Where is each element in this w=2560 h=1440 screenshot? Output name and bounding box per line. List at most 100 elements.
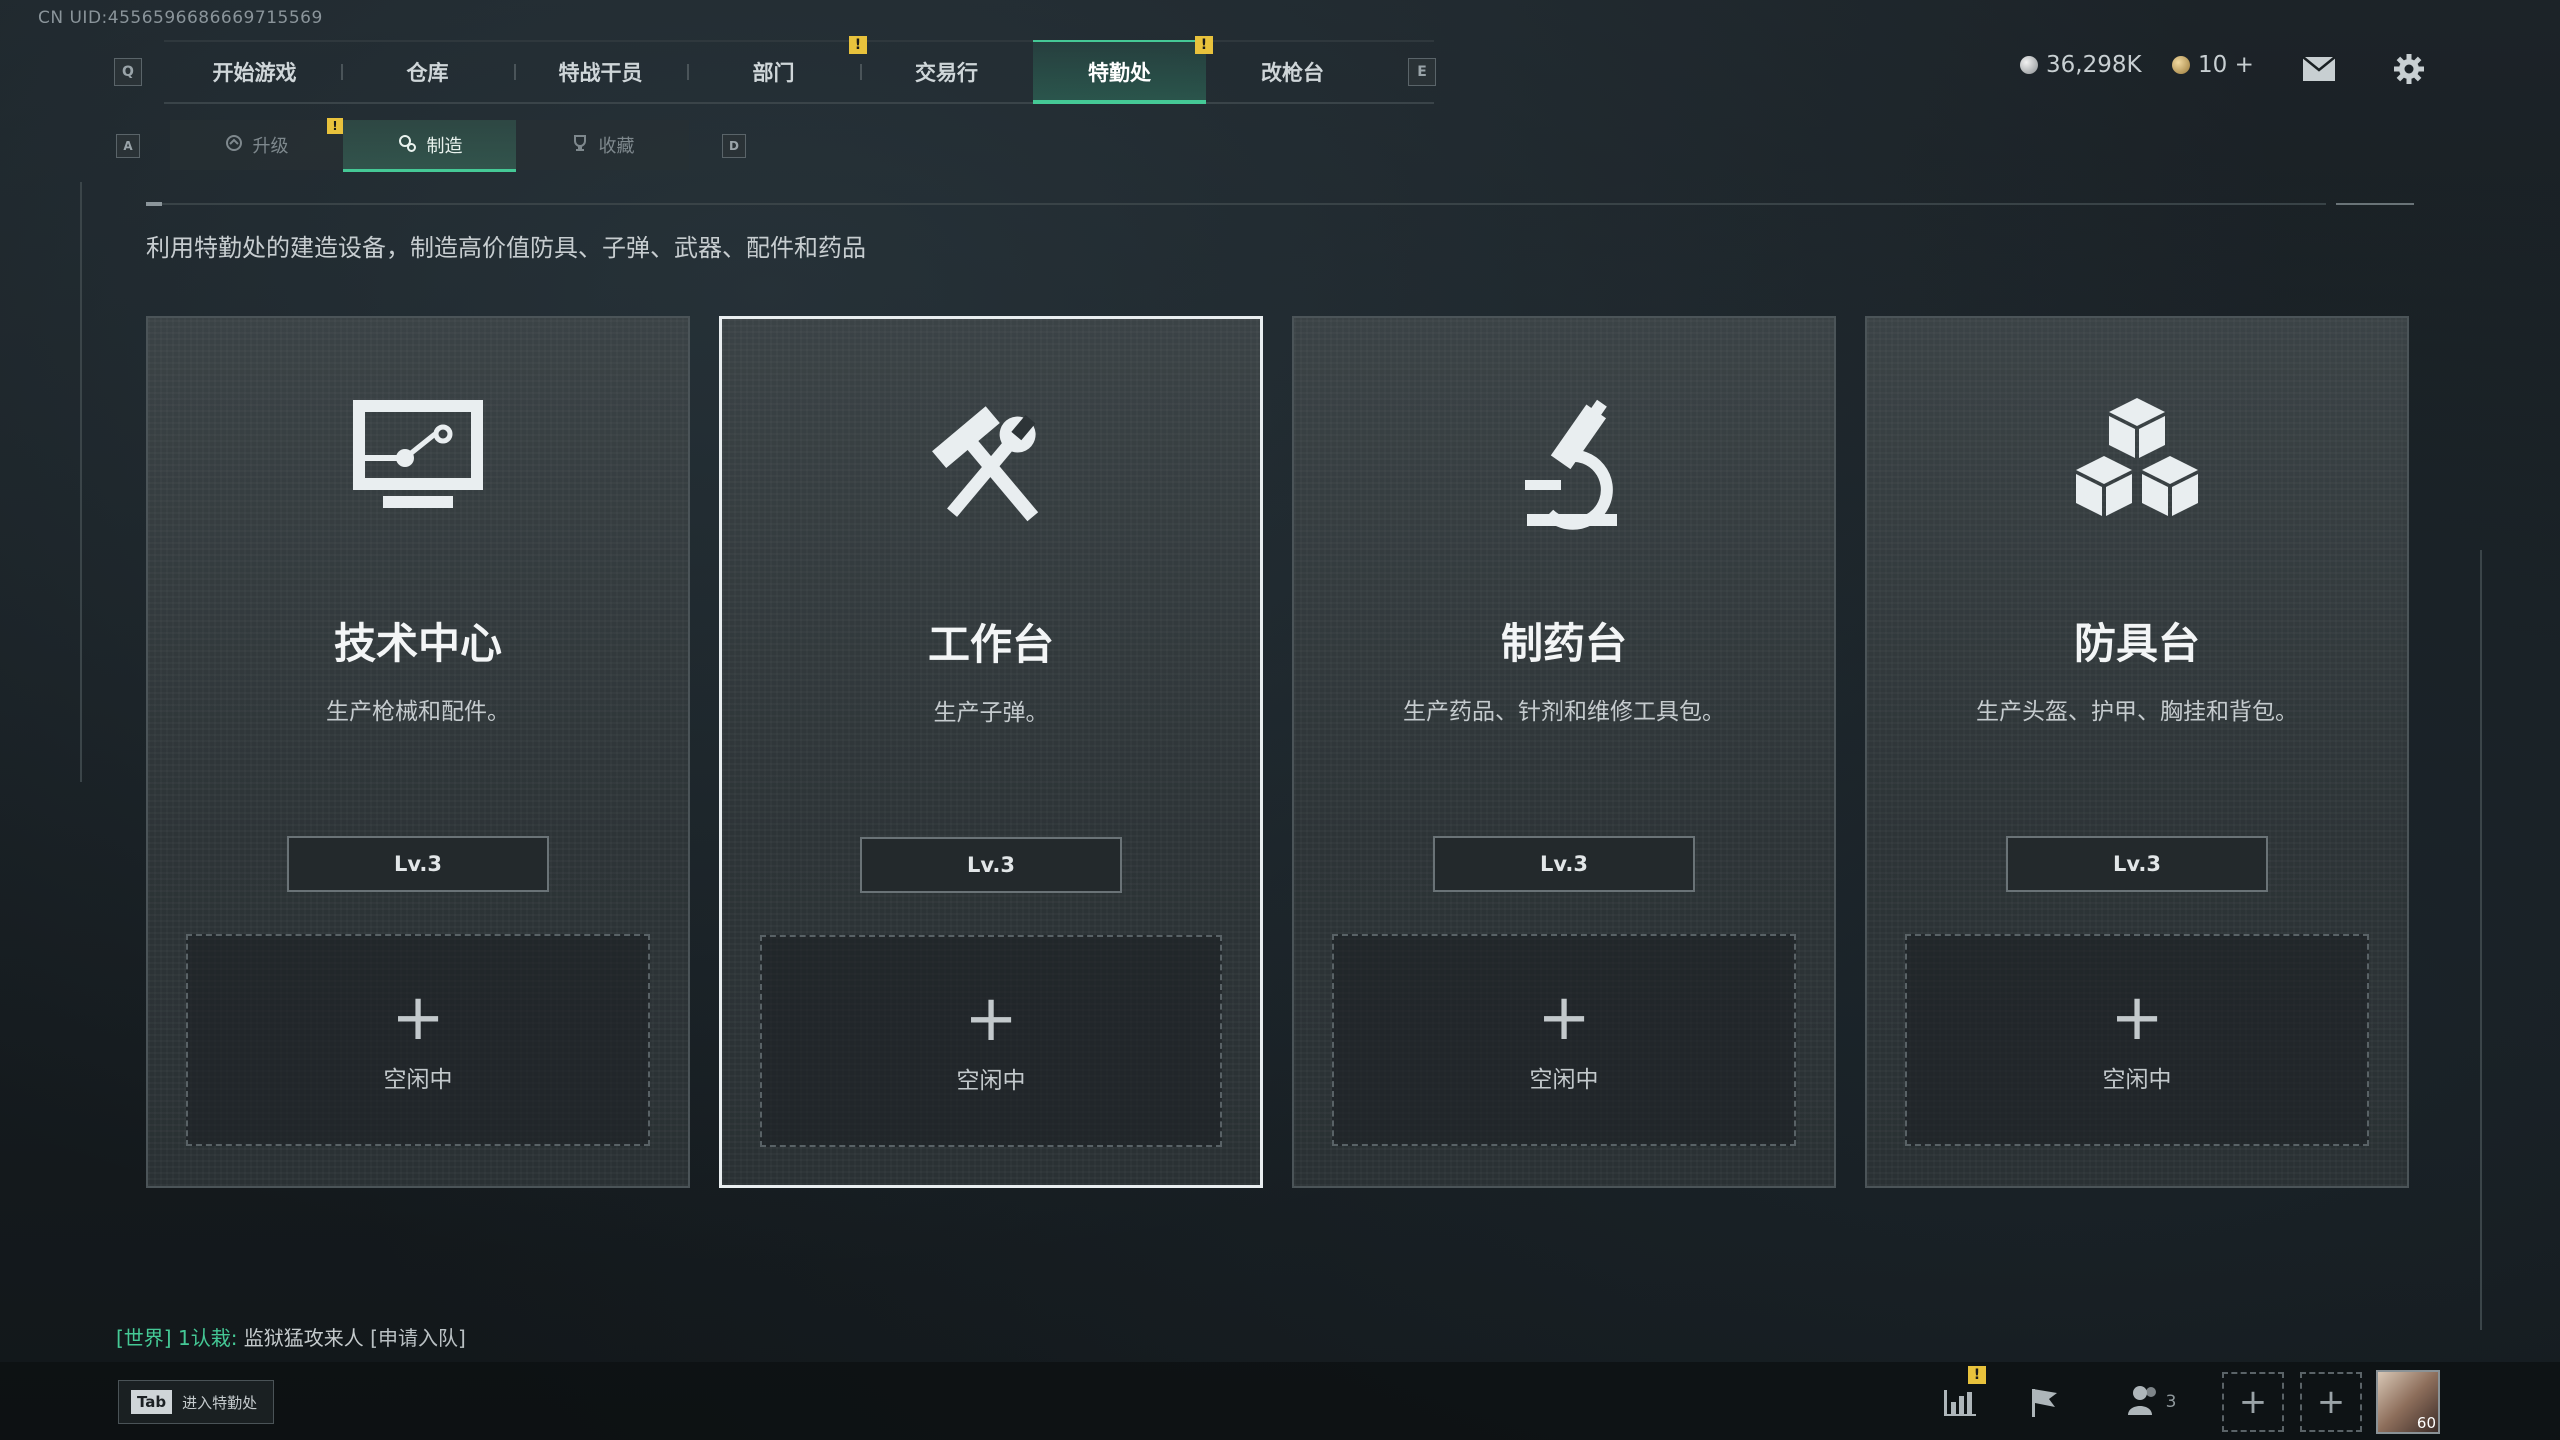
tab-gun-mod[interactable]: 改枪台 [1206, 42, 1379, 102]
tab-label: 特勤处 [1088, 61, 1151, 85]
uid-text: CN UID:4556596686669715569 [38, 8, 323, 28]
tab-start-game[interactable]: 开始游戏 [168, 42, 341, 102]
tab-warehouse[interactable]: 仓库 [341, 42, 514, 102]
avatar-level: 60 [2416, 1414, 2436, 1432]
station-card-armor[interactable]: 防具台 生产头盔、护甲、胸挂和背包。 Lv.3 + 空闲中 [1865, 316, 2409, 1188]
hammer-wrench-icon [722, 397, 1260, 547]
computer-icon [148, 396, 688, 546]
add-party-slot-button[interactable]: + [2222, 1372, 2284, 1432]
station-card-workbench[interactable]: 工作台 生产子弹。 Lv.3 + 空闲中 [719, 316, 1263, 1188]
tab-separator [341, 64, 343, 80]
chat-channel: [世界] [116, 1326, 172, 1350]
cubes-icon [1867, 396, 2407, 546]
tab-label: 开始游戏 [212, 61, 297, 85]
left-frame-line [80, 182, 82, 782]
production-slot[interactable]: + 空闲中 [760, 935, 1222, 1147]
gold-amount: 10 + [2198, 52, 2254, 78]
page-description: 利用特勤处的建造设备，制造高价值防具、子弹、武器、配件和药品 [146, 234, 866, 262]
tab-key: Tab [131, 1390, 173, 1414]
section-divider [146, 202, 2326, 206]
production-slot[interactable]: + 空闲中 [1332, 934, 1796, 1146]
tab-special-ops[interactable]: 特勤处 ! [1033, 36, 1213, 104]
subtab-collection[interactable]: 收藏 [516, 120, 689, 170]
stats-chart-icon[interactable]: ! [1936, 1366, 1986, 1426]
station-title: 技术中心 [333, 619, 502, 668]
flag-icon[interactable] [2020, 1378, 2068, 1426]
station-level-button[interactable]: Lv.3 [860, 837, 1122, 893]
tab-separator [687, 64, 689, 80]
silver-amount: 36,298K [2046, 52, 2142, 78]
station-level-button[interactable]: Lv.3 [1433, 836, 1695, 892]
upgrade-icon [225, 134, 243, 157]
subtab-label: 收藏 [598, 136, 635, 157]
subtab-label: 制造 [426, 136, 463, 157]
tab-trading[interactable]: 交易行 [860, 42, 1033, 102]
slot-status: 空闲中 [383, 1067, 453, 1093]
plus-glyph: + [2238, 1382, 2268, 1422]
chat-line[interactable]: [世界] 1认栽: 监狱猛攻来人 [申请入队] [116, 1322, 466, 1351]
subtab-upgrade[interactable]: 升级 ! [170, 118, 343, 170]
party-members[interactable]: 3 [2116, 1378, 2186, 1426]
station-level-button[interactable]: Lv.3 [2006, 836, 2268, 892]
tab-separator [514, 64, 516, 80]
alert-badge: ! [327, 118, 343, 134]
gear-icon[interactable] [2392, 52, 2426, 86]
section-divider-accent [2336, 203, 2414, 205]
right-frame-line [2480, 550, 2482, 1330]
tab-label: 仓库 [406, 61, 449, 85]
production-slot[interactable]: + 空闲中 [186, 934, 650, 1146]
station-title: 防具台 [2073, 619, 2200, 668]
trophy-icon [571, 134, 589, 157]
tab-department[interactable]: 部门 ! [687, 36, 867, 102]
add-icon: + [1537, 981, 1591, 1055]
plus-glyph: + [2316, 1382, 2346, 1422]
main-tabs: 开始游戏 仓库 特战干员 部门 ! 交易行 特勤处 ! 改枪台 [168, 36, 1379, 104]
gold-coin-icon [2172, 56, 2190, 74]
microscope-icon [1294, 396, 1834, 546]
key-hint-q[interactable]: Q [114, 58, 142, 86]
tab-label: 改枪台 [1261, 61, 1324, 85]
apply-team-link[interactable]: [申请入队] [370, 1326, 466, 1350]
tab-separator [860, 64, 862, 80]
tab-label: 交易行 [915, 61, 978, 85]
chat-message: 监狱猛攻来人 [243, 1326, 364, 1350]
silver-coin-icon [2020, 56, 2038, 74]
craft-gear-icon [397, 133, 417, 158]
key-hint-e[interactable]: E [1408, 58, 1436, 86]
station-card-pharmacy[interactable]: 制药台 生产药品、针剂和维修工具包。 Lv.3 + 空闲中 [1292, 316, 1836, 1188]
subtab-craft[interactable]: 制造 [343, 120, 516, 172]
party-count: 3 [2165, 1392, 2177, 1412]
slot-status: 空闲中 [2102, 1067, 2172, 1093]
slot-status: 空闲中 [956, 1068, 1026, 1094]
add-party-slot-button[interactable]: + [2300, 1372, 2362, 1432]
mail-icon[interactable] [2302, 52, 2336, 86]
avatar[interactable]: 60 [2376, 1370, 2440, 1434]
silver-currency[interactable]: 36,298K [2020, 52, 2142, 78]
nav-bottom-line [164, 102, 1434, 104]
station-subtitle: 生产子弹。 [933, 700, 1049, 726]
tab-hint-label: 进入特勤处 [182, 1393, 258, 1412]
station-subtitle: 生产枪械和配件。 [326, 699, 510, 725]
alert-badge: ! [1968, 1366, 1986, 1384]
party-icon [2126, 1383, 2162, 1421]
tab-label: 特战干员 [558, 61, 643, 85]
gold-currency[interactable]: 10 + [2172, 52, 2254, 78]
station-subtitle: 生产药品、针剂和维修工具包。 [1403, 699, 1725, 725]
add-icon: + [964, 982, 1018, 1056]
production-slot[interactable]: + 空闲中 [1905, 934, 2369, 1146]
station-level-button[interactable]: Lv.3 [287, 836, 549, 892]
station-card-tech-center[interactable]: 技术中心 生产枪械和配件。 Lv.3 + 空闲中 [146, 316, 690, 1188]
chat-sender[interactable]: 1认栽: [178, 1326, 237, 1350]
sub-tabs: 升级 ! 制造 收藏 [170, 118, 689, 172]
tab-label: 部门 [752, 61, 795, 85]
key-hint-a[interactable]: A [116, 134, 140, 158]
top-navigation: Q 开始游戏 仓库 特战干员 部门 ! 交易行 特勤处 ! 改枪台 E [104, 36, 1436, 104]
tab-operators[interactable]: 特战干员 [514, 42, 687, 102]
key-hint-d[interactable]: D [722, 134, 746, 158]
add-icon: + [2110, 981, 2164, 1055]
slot-status: 空闲中 [1529, 1067, 1599, 1093]
station-subtitle: 生产头盔、护甲、胸挂和背包。 [1976, 699, 2298, 725]
tab-hint-button[interactable]: Tab 进入特勤处 [118, 1380, 274, 1424]
station-title: 工作台 [927, 620, 1054, 669]
subtab-label: 升级 [252, 136, 289, 157]
